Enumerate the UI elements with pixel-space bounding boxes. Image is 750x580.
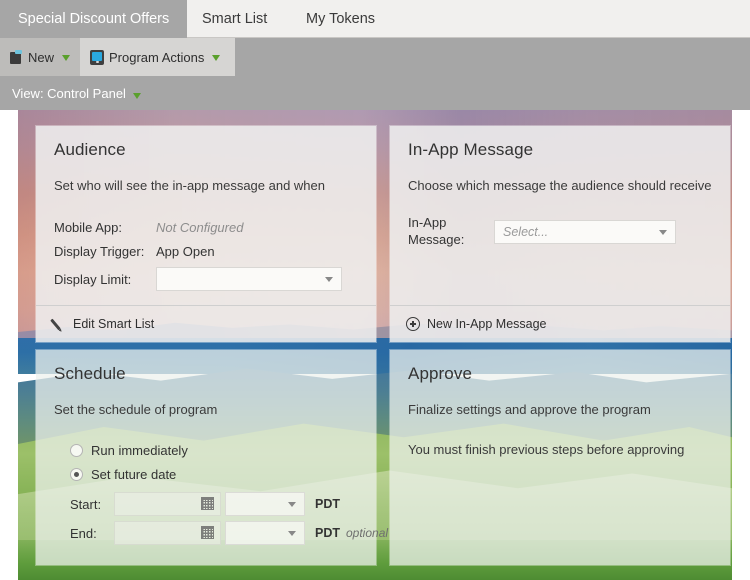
tab-smart-list[interactable]: Smart List bbox=[188, 0, 281, 38]
caret-down-icon bbox=[132, 92, 141, 99]
edit-smart-list-link[interactable]: Edit Smart List bbox=[36, 305, 376, 342]
toolbar-button-program-actions-label: Program Actions bbox=[109, 49, 205, 65]
tab-label: Special Discount Offers bbox=[18, 11, 170, 27]
card-approve-description: Finalize settings and approve the progra… bbox=[408, 402, 651, 417]
card-schedule-title: Schedule bbox=[54, 364, 126, 383]
end-timezone: PDT bbox=[315, 526, 340, 540]
card-audience-title: Audience bbox=[54, 140, 126, 159]
chevron-down-icon bbox=[288, 502, 296, 507]
end-date-input[interactable] bbox=[114, 521, 221, 545]
new-document-icon bbox=[10, 50, 23, 64]
field-display-limit: Display Limit: bbox=[54, 267, 342, 291]
radio-run-immediately-control[interactable] bbox=[70, 444, 83, 457]
calendar-icon[interactable] bbox=[201, 526, 214, 539]
display-limit-dropdown[interactable] bbox=[156, 267, 342, 291]
start-date-input[interactable] bbox=[114, 492, 221, 516]
field-mobile-app: Mobile App: Not Configured bbox=[54, 220, 243, 235]
start-time-dropdown[interactable] bbox=[225, 492, 305, 516]
pencil-icon bbox=[50, 317, 66, 331]
card-in-app-message-description: Choose which message the audience should… bbox=[408, 178, 712, 193]
caret-down-icon bbox=[212, 55, 221, 61]
card-approve: Approve Finalize settings and approve th… bbox=[390, 350, 730, 565]
mobile-device-icon bbox=[90, 49, 104, 65]
plus-circle-icon bbox=[406, 317, 420, 331]
field-display-limit-label: Display Limit: bbox=[54, 271, 132, 287]
field-in-app-message-label: In-App Message: bbox=[408, 214, 464, 248]
chevron-down-icon bbox=[659, 230, 667, 235]
card-schedule: Schedule Set the schedule of program Run… bbox=[36, 350, 388, 565]
field-display-trigger: Display Trigger: App Open bbox=[54, 244, 215, 259]
tab-label: My Tokens bbox=[306, 11, 376, 27]
tab-label: Smart List bbox=[202, 11, 268, 27]
chevron-down-icon bbox=[288, 531, 296, 536]
field-in-app-message-label-line1: In-App bbox=[408, 215, 447, 230]
card-in-app-message: In-App Message Choose which message the … bbox=[390, 126, 730, 342]
end-optional-note: optional bbox=[346, 526, 389, 540]
new-in-app-message-label: New In-App Message bbox=[427, 317, 547, 331]
card-audience: Audience Set who will see the in-app mes… bbox=[36, 126, 376, 342]
field-mobile-app-value: Not Configured bbox=[156, 220, 244, 235]
toolbar-button-program-actions[interactable]: Program Actions bbox=[80, 38, 235, 76]
field-display-trigger-label: Display Trigger: bbox=[54, 244, 145, 259]
view-selector-label: View: Control Panel bbox=[12, 85, 126, 101]
radio-set-future-date[interactable]: Set future date bbox=[70, 467, 176, 482]
start-label: Start: bbox=[70, 496, 102, 512]
row-start: Start: PDT bbox=[70, 492, 340, 516]
new-in-app-message-link[interactable]: New In-App Message bbox=[390, 305, 730, 342]
sub-toolbar: New Program Actions bbox=[0, 38, 750, 76]
radio-run-immediately-label: Run immediately bbox=[91, 443, 188, 458]
field-display-trigger-value: App Open bbox=[156, 244, 215, 259]
top-tab-bar: Special Discount Offers Smart List My To… bbox=[0, 0, 750, 38]
card-in-app-message-title: In-App Message bbox=[408, 140, 534, 159]
caret-down-icon bbox=[62, 55, 70, 61]
end-label: End: bbox=[70, 525, 97, 541]
card-audience-description: Set who will see the in-app message and … bbox=[54, 178, 325, 193]
chevron-down-icon bbox=[325, 277, 333, 282]
tab-special-discount-offers[interactable]: Special Discount Offers bbox=[0, 0, 188, 38]
view-selector[interactable]: View: Control Panel bbox=[12, 86, 141, 101]
card-schedule-description: Set the schedule of program bbox=[54, 402, 218, 417]
view-bar: View: Control Panel bbox=[0, 76, 750, 110]
toolbar-button-new[interactable]: New bbox=[0, 38, 80, 76]
card-approve-title: Approve bbox=[408, 364, 473, 383]
tab-my-tokens[interactable]: My Tokens bbox=[292, 0, 389, 38]
in-app-message-select[interactable]: Select... bbox=[494, 220, 676, 244]
end-time-dropdown[interactable] bbox=[225, 521, 305, 545]
radio-set-future-date-control[interactable] bbox=[70, 468, 83, 481]
edit-smart-list-label: Edit Smart List bbox=[73, 317, 155, 331]
start-timezone: PDT bbox=[315, 497, 340, 511]
radio-run-immediately[interactable]: Run immediately bbox=[70, 443, 188, 458]
toolbar-button-new-label: New bbox=[27, 49, 54, 65]
app-window: Special Discount Offers Smart List My To… bbox=[0, 0, 750, 580]
row-end: End: PDT optional bbox=[70, 521, 388, 545]
in-app-message-select-placeholder: Select... bbox=[503, 225, 549, 239]
field-in-app-message-label-line2: Message: bbox=[408, 232, 465, 247]
card-approve-description-secondary: You must finish previous steps before ap… bbox=[408, 442, 685, 457]
field-mobile-app-label: Mobile App: bbox=[54, 220, 122, 235]
calendar-icon[interactable] bbox=[201, 497, 214, 510]
control-panel-canvas: Audience Set who will see the in-app mes… bbox=[18, 110, 732, 580]
radio-set-future-date-label: Set future date bbox=[91, 467, 177, 482]
